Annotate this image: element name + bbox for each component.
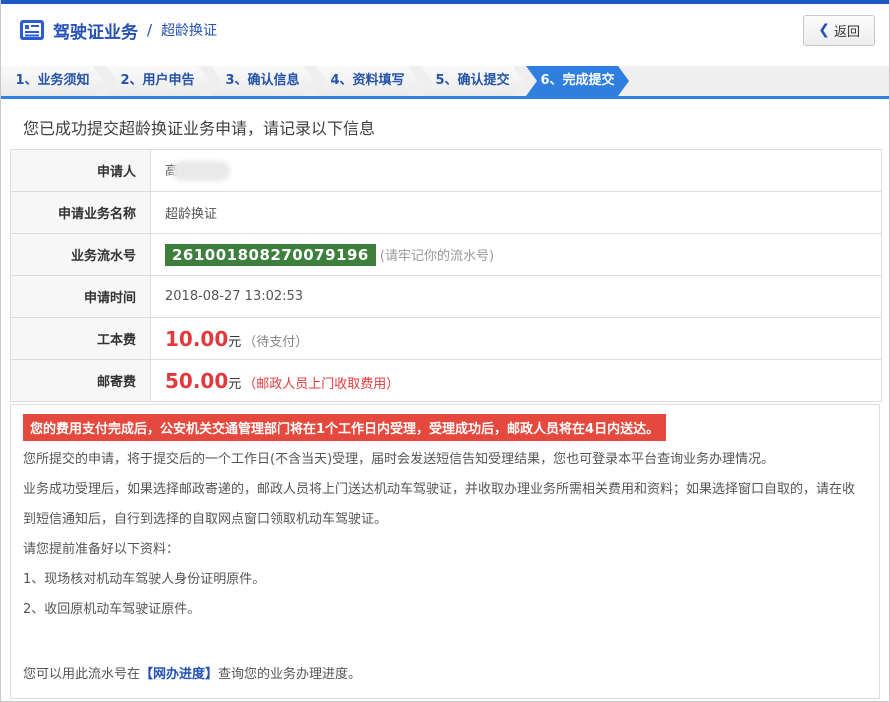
breadcrumb-separator: / [147, 21, 152, 39]
note-paragraph: 业务成功受理后，如果选择邮政寄递的，邮政人员将上门送达机动车驾驶证，并收取办理业… [23, 475, 867, 535]
note-paragraph: 请您提前准备好以下资料： [23, 535, 867, 565]
breadcrumb: 驾驶证业务 / 超龄换证 [19, 18, 217, 43]
row-label: 申请人 [11, 150, 151, 192]
notes-paragraphs: 您所提交的申请，将于提交后的一个工作日(不含当天)受理，届时会发送短信告知受理结… [23, 445, 867, 625]
row-value: 10.00元（待支付） [151, 318, 882, 360]
row-label: 邮寄费 [11, 360, 151, 402]
row-value: 2018-08-27 13:02:53 [151, 276, 882, 318]
step-tab-5[interactable]: 5、确认提交 [421, 66, 524, 96]
progress-footer-note: 您可以用此流水号在【网办进度】查询您的业务办理进度。 [23, 663, 867, 682]
chevron-left-icon: ❮ [818, 23, 830, 37]
serial-number-badge: 261001808270079196 [165, 244, 376, 266]
step-tab-6[interactable]: 6、完成提交 [526, 66, 629, 96]
note-paragraph: 1、现场核对机动车驾驶人身份证明原件。 [23, 565, 867, 595]
table-row: 申请业务名称超龄换证 [11, 192, 882, 234]
step-tab-4[interactable]: 4、资料填写 [316, 66, 419, 96]
row-value: 50.00元（邮政人员上门收取费用） [151, 360, 882, 402]
notes-panel: 您的费用支付完成后，公安机关交通管理部门将在1个工作日内受理，受理成功后，邮政人… [10, 404, 880, 699]
step-tab-1[interactable]: 1、业务须知 [1, 66, 104, 96]
row-value: 261001808270079196 (请牢记你的流水号) [151, 234, 882, 276]
row-label: 业务流水号 [11, 234, 151, 276]
header: 驾驶证业务 / 超龄换证 ❮ 返回 [1, 4, 889, 56]
note-paragraph: 您所提交的申请，将于提交后的一个工作日(不含当天)受理，届时会发送短信告知受理结… [23, 445, 867, 475]
fee-note: （邮政人员上门收取费用） [243, 377, 399, 392]
result-table: 申请人高申请业务名称超龄换证业务流水号 261001808270079196 (请牢… [10, 149, 882, 402]
progress-link[interactable]: 【网办进度】 [140, 667, 218, 682]
note-paragraph: 2、收回原机动车驾驶证原件。 [23, 595, 867, 625]
row-value: 超龄换证 [151, 192, 882, 234]
fee-amount: 50.00 [165, 369, 228, 393]
fee-unit: 元 [228, 335, 241, 350]
footer-note-prefix: 您可以用此流水号在 [23, 667, 140, 682]
fee-amount: 10.00 [165, 327, 228, 351]
step-tabs-underline [1, 96, 889, 99]
table-row: 业务流水号 261001808270079196 (请牢记你的流水号) [11, 234, 882, 276]
table-row: 工本费10.00元（待支付） [11, 318, 882, 360]
table-row: 申请时间2018-08-27 13:02:53 [11, 276, 882, 318]
serial-number-note: (请牢记你的流水号) [380, 249, 494, 264]
back-button-label: 返回 [834, 21, 860, 40]
page: 驾驶证业务 / 超龄换证 ❮ 返回 1、业务须知2、用户申告3、确认信息4、资料… [0, 0, 890, 702]
row-label: 申请时间 [11, 276, 151, 318]
result-table-body: 申请人高申请业务名称超龄换证业务流水号 261001808270079196 (请牢… [11, 150, 882, 402]
row-label: 工本费 [11, 318, 151, 360]
step-tab-2[interactable]: 2、用户申告 [106, 66, 209, 96]
payment-notice-banner: 您的费用支付完成后，公安机关交通管理部门将在1个工作日内受理，受理成功后，邮政人… [23, 414, 666, 441]
step-tab-3[interactable]: 3、确认信息 [211, 66, 314, 96]
redacted-name-blur [172, 161, 230, 181]
footer-note-suffix: 查询您的业务办理进度。 [218, 667, 361, 682]
step-tabs: 1、业务须知2、用户申告3、确认信息4、资料填写5、确认提交6、完成提交 [1, 66, 889, 96]
breadcrumb-current: 超龄换证 [161, 20, 217, 40]
table-row: 申请人高 [11, 150, 882, 192]
success-heading: 您已成功提交超龄换证业务申请，请记录以下信息 [23, 115, 889, 139]
table-row: 邮寄费50.00元（邮政人员上门收取费用） [11, 360, 882, 402]
back-button[interactable]: ❮ 返回 [803, 15, 875, 46]
row-label: 申请业务名称 [11, 192, 151, 234]
fee-unit: 元 [228, 377, 241, 392]
page-title: 驾驶证业务 [53, 18, 138, 43]
fee-note: （待支付） [243, 335, 308, 350]
license-list-icon [19, 19, 45, 41]
row-value: 高 [151, 150, 882, 192]
